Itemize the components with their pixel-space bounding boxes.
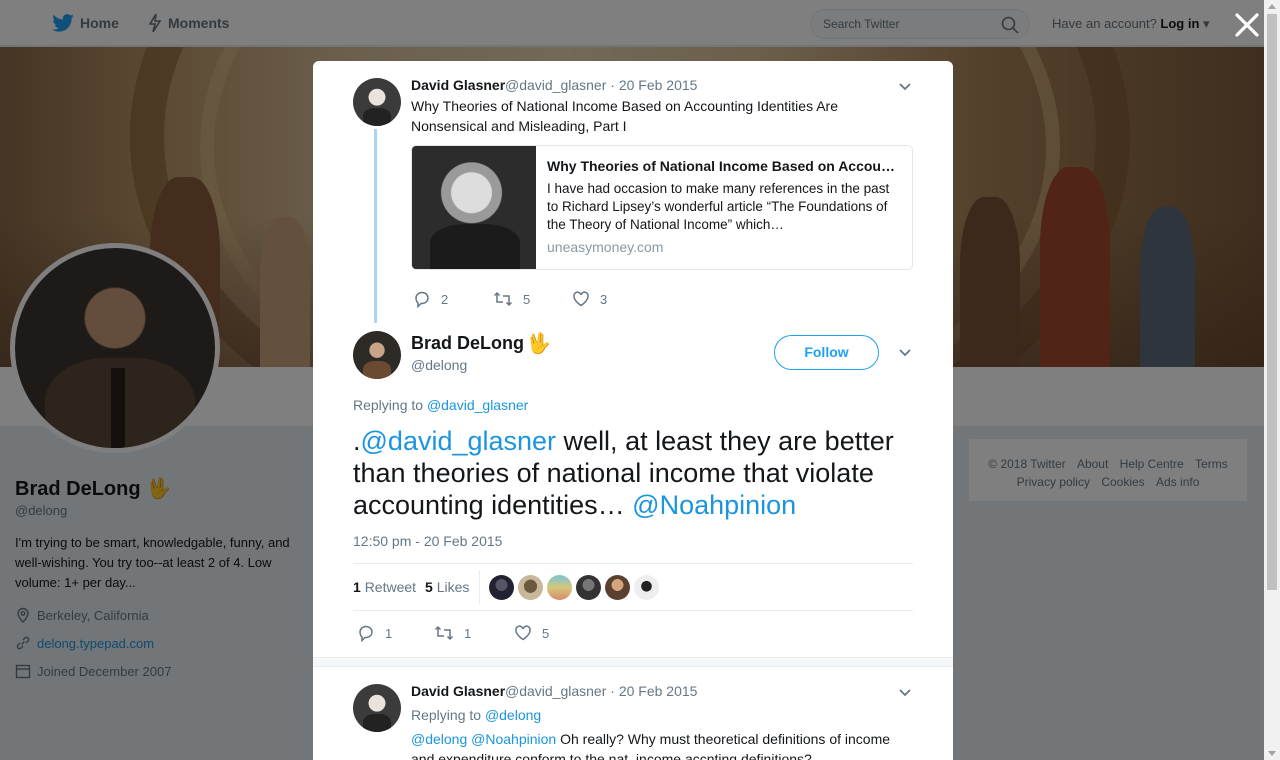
liker-avatar[interactable] xyxy=(547,575,572,600)
reply-tweet-meta: @david_glasner · 20 Feb 2015 xyxy=(505,683,697,699)
liker-avatar[interactable] xyxy=(489,575,514,600)
retweet-icon xyxy=(493,291,513,307)
main-like-button[interactable]: 5 xyxy=(514,624,549,642)
main-tweet-avatar[interactable] xyxy=(353,331,401,379)
thread-line xyxy=(374,129,377,323)
mention-link[interactable]: @david_glasner xyxy=(361,426,557,456)
parent-like-count: 3 xyxy=(600,291,608,307)
retweet-stat[interactable]: 1 Retweet xyxy=(353,579,416,595)
parent-tweet-meta: @david_glasner · 20 Feb 2015 xyxy=(505,77,697,93)
main-retweet-count: 1 xyxy=(464,625,472,641)
reply-tweet-avatar[interactable] xyxy=(353,684,401,732)
close-icon[interactable] xyxy=(1234,12,1260,38)
card-image xyxy=(412,146,536,269)
liker-avatar[interactable] xyxy=(605,575,630,600)
heart-icon xyxy=(515,625,531,641)
scroll-up-icon[interactable] xyxy=(1268,4,1276,9)
retweet-stat-count: 1 xyxy=(353,579,361,595)
main-tweet-timestamp[interactable]: 12:50 pm - 20 Feb 2015 xyxy=(353,533,502,549)
main-tweet-handle[interactable]: @delong xyxy=(411,357,467,373)
main-tweet-text: .@david_glasner well, at least they are … xyxy=(353,425,918,521)
follow-button[interactable]: Follow xyxy=(774,335,879,370)
retweet-icon xyxy=(434,625,454,641)
reply-mentions[interactable]: @delong @Noahpinion xyxy=(411,731,556,747)
likers-list xyxy=(489,575,659,600)
card-domain: uneasymoney.com xyxy=(547,239,664,255)
main-reply-count: 1 xyxy=(385,625,393,641)
liker-avatar[interactable] xyxy=(518,575,543,600)
reply-icon xyxy=(359,625,373,642)
replying-to-label: Replying to xyxy=(353,397,424,413)
heart-icon xyxy=(573,291,589,307)
section-divider xyxy=(313,657,953,667)
reply-replying-to-link[interactable]: @delong xyxy=(485,707,541,723)
tweet-modal: David Glasner @david_glasner · 20 Feb 20… xyxy=(313,61,953,760)
parent-reply-button[interactable]: 2 xyxy=(413,290,448,308)
reply-icon xyxy=(415,291,429,308)
parent-like-button[interactable]: 3 xyxy=(572,290,607,308)
replying-to-link[interactable]: @david_glasner xyxy=(427,397,528,413)
liker-avatar[interactable] xyxy=(576,575,601,600)
parent-tweet-handle[interactable]: @david_glasner xyxy=(505,77,606,93)
reply-tweet-date[interactable]: · 20 Feb 2015 xyxy=(610,683,697,699)
scroll-down-icon[interactable] xyxy=(1268,751,1276,756)
reply-tweet-handle[interactable]: @david_glasner xyxy=(505,683,606,699)
reply-replying-to-label: Replying to xyxy=(411,707,482,723)
parent-tweet-avatar[interactable] xyxy=(353,78,401,126)
parent-retweet-count: 5 xyxy=(523,291,531,307)
parent-reply-count: 2 xyxy=(441,291,449,307)
stats-divider xyxy=(479,570,480,604)
main-retweet-button[interactable]: 1 xyxy=(434,624,471,642)
reply-tweet-name[interactable]: David Glasner xyxy=(411,683,505,699)
card-description: I have had occasion to make many referen… xyxy=(547,181,890,232)
like-stat-count: 5 xyxy=(425,579,433,595)
tweet-stats: 1 Retweet 5 Likes xyxy=(353,563,913,611)
vulcan-salute-emoji: 🖖 xyxy=(526,333,551,355)
link-card[interactable]: Why Theories of National Income Based on… xyxy=(411,145,913,270)
scrollbar-thumb[interactable] xyxy=(1267,14,1277,590)
reply-replying-to: Replying to @delong xyxy=(411,707,541,723)
replying-to: Replying to @david_glasner xyxy=(353,397,528,413)
reply-tweet-text: @delong @Noahpinion Oh really? Why must … xyxy=(411,729,911,760)
mention-link[interactable]: @Noahpinion xyxy=(632,490,796,520)
parent-tweet-name[interactable]: David Glasner xyxy=(411,77,505,93)
text-prefix: . xyxy=(353,426,361,456)
chevron-down-icon[interactable] xyxy=(898,688,912,698)
chevron-down-icon[interactable] xyxy=(898,82,912,92)
main-like-count: 5 xyxy=(542,625,550,641)
like-stat-label: Likes xyxy=(436,579,470,595)
retweet-stat-label: Retweet xyxy=(364,579,417,595)
main-reply-button[interactable]: 1 xyxy=(357,624,392,642)
parent-retweet-button[interactable]: 5 xyxy=(493,290,530,308)
liker-avatar[interactable] xyxy=(634,575,659,600)
chevron-down-icon[interactable] xyxy=(898,348,912,358)
parent-tweet-date[interactable]: · 20 Feb 2015 xyxy=(610,77,697,93)
like-stat[interactable]: 5 Likes xyxy=(425,579,469,595)
main-tweet-name[interactable]: Brad DeLong xyxy=(411,333,524,354)
parent-tweet-text: Why Theories of National Income Based on… xyxy=(411,98,838,134)
card-title: Why Theories of National Income Based on… xyxy=(547,158,895,174)
scrollbar[interactable] xyxy=(1264,0,1280,760)
